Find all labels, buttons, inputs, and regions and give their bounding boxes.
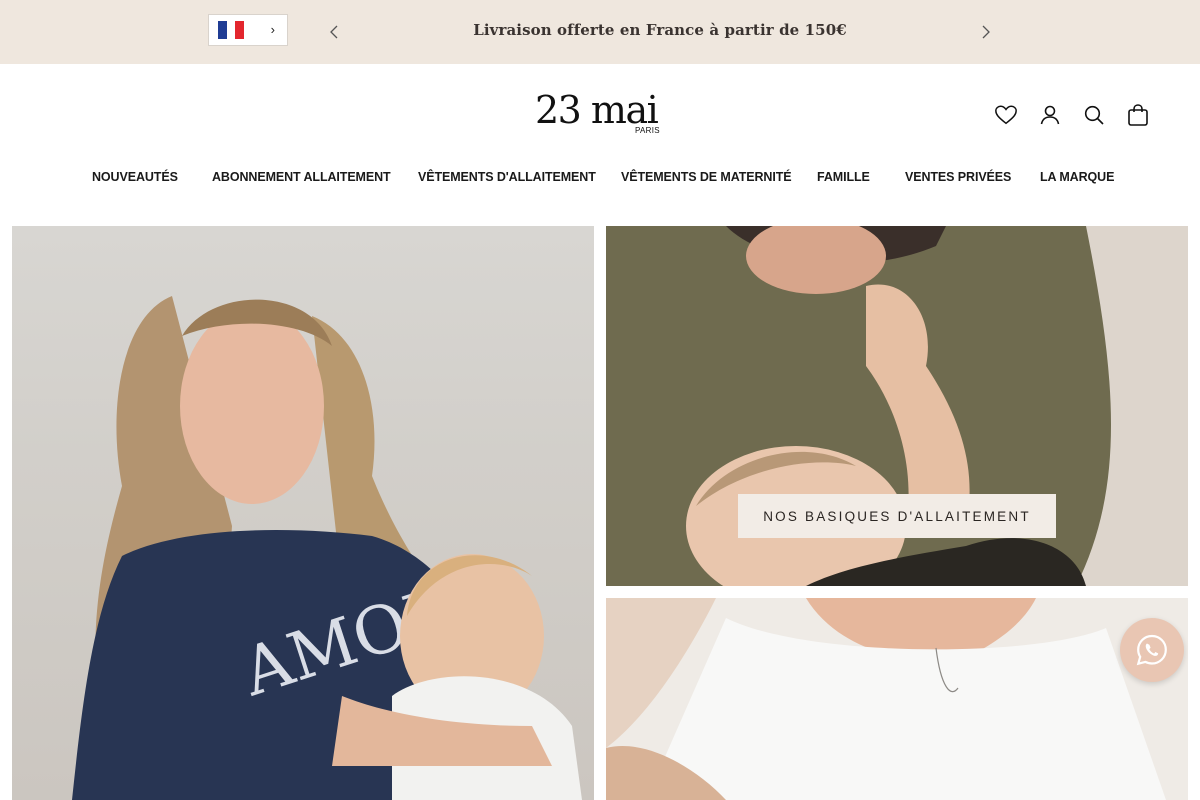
nav-item-ventes-privees[interactable]: VENTES PRIVÉES <box>905 170 1011 184</box>
announcement-bar: › Livraison offerte en France à partir d… <box>0 0 1200 64</box>
hero-image-mother-amor-sweater[interactable]: AMOR <box>12 226 594 800</box>
account-button[interactable] <box>1038 102 1062 128</box>
nav-item-famille[interactable]: FAMILLE <box>817 170 870 184</box>
chevron-left-icon <box>330 25 338 39</box>
language-selector[interactable]: › <box>208 14 288 46</box>
account-icon <box>1040 105 1060 125</box>
france-flag-icon <box>218 21 245 39</box>
site-logo[interactable]: 23 mai PARIS <box>535 88 665 142</box>
announcement-prev-button[interactable] <box>322 18 346 46</box>
header-actions <box>994 102 1150 128</box>
wishlist-button[interactable] <box>994 102 1018 128</box>
search-icon <box>1084 105 1104 125</box>
announcement-text: Livraison offerte en France à partir de … <box>473 21 847 39</box>
nav-item-vetements-maternite[interactable]: VÊTEMENTS DE MATERNITÉ <box>621 170 792 184</box>
cart-button[interactable] <box>1126 102 1150 128</box>
chevron-right-icon: › <box>270 22 275 37</box>
photo-mother-baby-right-bottom <box>606 598 1188 800</box>
nav-item-abonnement-allaitement[interactable]: ABONNEMENT ALLAITEMENT <box>212 170 391 184</box>
nav-item-vetements-allaitement[interactable]: VÊTEMENTS D'ALLAITEMENT <box>418 170 596 184</box>
main-navigation: NOUVEAUTÉS ABONNEMENT ALLAITEMENT VÊTEME… <box>0 170 1200 188</box>
logo-subtitle: PARIS <box>635 126 660 135</box>
nav-item-la-marque[interactable]: LA MARQUE <box>1040 170 1114 184</box>
nav-item-nouveautes[interactable]: NOUVEAUTÉS <box>92 170 178 184</box>
heart-icon <box>995 105 1017 125</box>
cart-bag-icon <box>1128 104 1148 126</box>
cta-breastfeeding-basics-button[interactable]: NOS BASIQUES D'ALLAITEMENT <box>738 494 1056 538</box>
whatsapp-icon <box>1136 634 1167 666</box>
search-button[interactable] <box>1082 102 1106 128</box>
chevron-right-icon <box>982 25 990 39</box>
announcement-next-button[interactable] <box>974 18 998 46</box>
photo-mother-baby-left: AMOR <box>72 296 582 800</box>
whatsapp-chat-button[interactable] <box>1120 618 1184 682</box>
hero-image-white-tee[interactable] <box>606 598 1188 800</box>
